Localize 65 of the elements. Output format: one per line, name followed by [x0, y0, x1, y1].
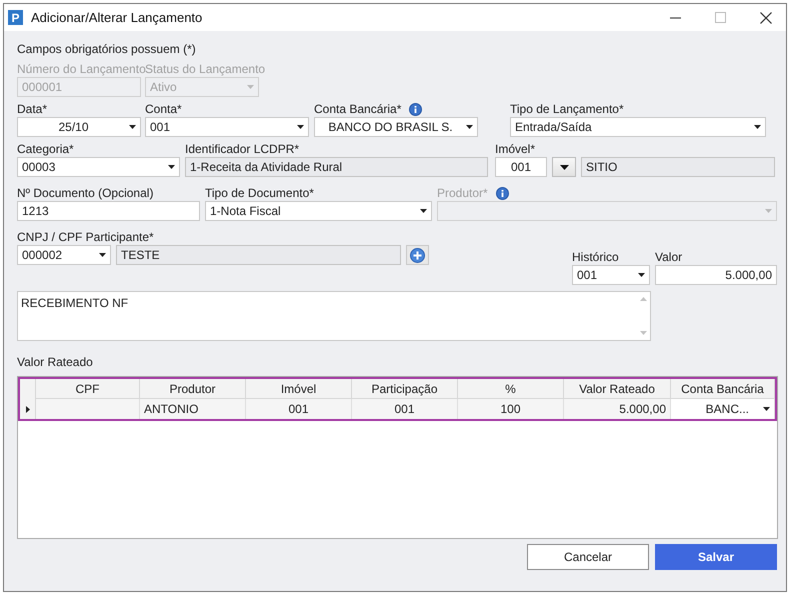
dropdown-field[interactable]: 25/10	[17, 117, 141, 137]
caret-icon	[466, 125, 473, 129]
table-cell: 001	[352, 399, 458, 419]
caret-icon	[420, 209, 427, 213]
dropdown-field[interactable]: 001	[145, 117, 309, 137]
field-label: Identificador LCDPR*	[185, 142, 300, 156]
field-label: Número do Lançamento	[17, 62, 146, 76]
table-cell: ANTONIO	[140, 399, 246, 419]
section-label: Valor Rateado	[17, 355, 94, 371]
input-field[interactable]: 5.000,00	[655, 265, 777, 285]
dropdown-field[interactable]: 00003	[17, 157, 180, 177]
input-field[interactable]: 001	[495, 157, 547, 177]
field-label: Conta*	[145, 102, 182, 116]
field-label: Valor	[655, 250, 682, 264]
column-header[interactable]: Produtor	[140, 379, 246, 399]
required-note: Campos obrigatórios possuem (*)	[17, 41, 197, 57]
caret-icon	[168, 165, 175, 169]
caret-icon	[129, 125, 136, 129]
field-label: Categoria*	[17, 142, 74, 156]
field-label: Data*	[17, 102, 48, 116]
app-icon: P	[8, 10, 23, 25]
field-label: Histórico	[572, 250, 619, 264]
dropdown-button[interactable]	[552, 157, 576, 177]
caret-icon	[560, 164, 568, 170]
caret-icon	[763, 407, 770, 411]
caret-icon	[247, 85, 254, 89]
table-cell: 5.000,00	[564, 399, 671, 419]
header-cell	[20, 379, 36, 399]
field-label: Tipo de Lançamento*	[510, 102, 624, 116]
column-header[interactable]: Valor Rateado	[564, 379, 671, 399]
dropdown-field[interactable]: BANCO DO BRASIL S.	[314, 117, 478, 137]
row-indicator-cell[interactable]	[20, 399, 36, 419]
cancel-button[interactable]: Cancelar	[527, 544, 649, 570]
column-header[interactable]: CPF	[36, 379, 140, 399]
field-label: Tipo de Documento*	[205, 186, 314, 200]
window-title: Adicionar/Alterar Lançamento	[31, 10, 202, 25]
dropdown-field[interactable]: 000002	[17, 245, 111, 265]
plus-icon	[410, 248, 425, 262]
add-button[interactable]	[406, 245, 429, 265]
caret-icon	[297, 125, 304, 129]
input-field: TESTE	[116, 245, 401, 265]
dropdown-field[interactable]: 1-Nota Fiscal	[205, 201, 432, 221]
dropdown-field[interactable]: 001	[572, 265, 650, 285]
input-field: SITIO	[581, 157, 775, 177]
field-label: CNPJ / CPF Participante*	[17, 230, 154, 244]
field-label: Nº Documento (Opcional)	[17, 186, 154, 200]
column-header[interactable]: %	[458, 379, 564, 399]
dropdown-field[interactable]: Entrada/Saída	[510, 117, 766, 137]
column-header[interactable]: Imóvel	[246, 379, 352, 399]
table-cell: 001	[246, 399, 352, 419]
input-field[interactable]: 1213	[17, 201, 200, 221]
caret-icon	[754, 125, 761, 129]
caret-icon	[765, 209, 772, 213]
field-label: Status do Lançamento	[145, 62, 266, 76]
field-label: Imóvel*	[495, 142, 536, 156]
caret-icon	[99, 253, 106, 257]
table-cell: 100	[458, 399, 564, 419]
column-header[interactable]: Participação	[352, 379, 458, 399]
field-label: Conta Bancária*	[314, 102, 402, 116]
field-label: Produtor*	[437, 186, 488, 200]
save-button[interactable]: Salvar	[655, 544, 777, 570]
caret-icon	[638, 273, 645, 277]
input-field[interactable]: 1-Receita da Atividade Rural	[185, 157, 488, 177]
column-header[interactable]: Conta Bancária	[671, 379, 775, 399]
close-icon[interactable]	[760, 12, 772, 24]
